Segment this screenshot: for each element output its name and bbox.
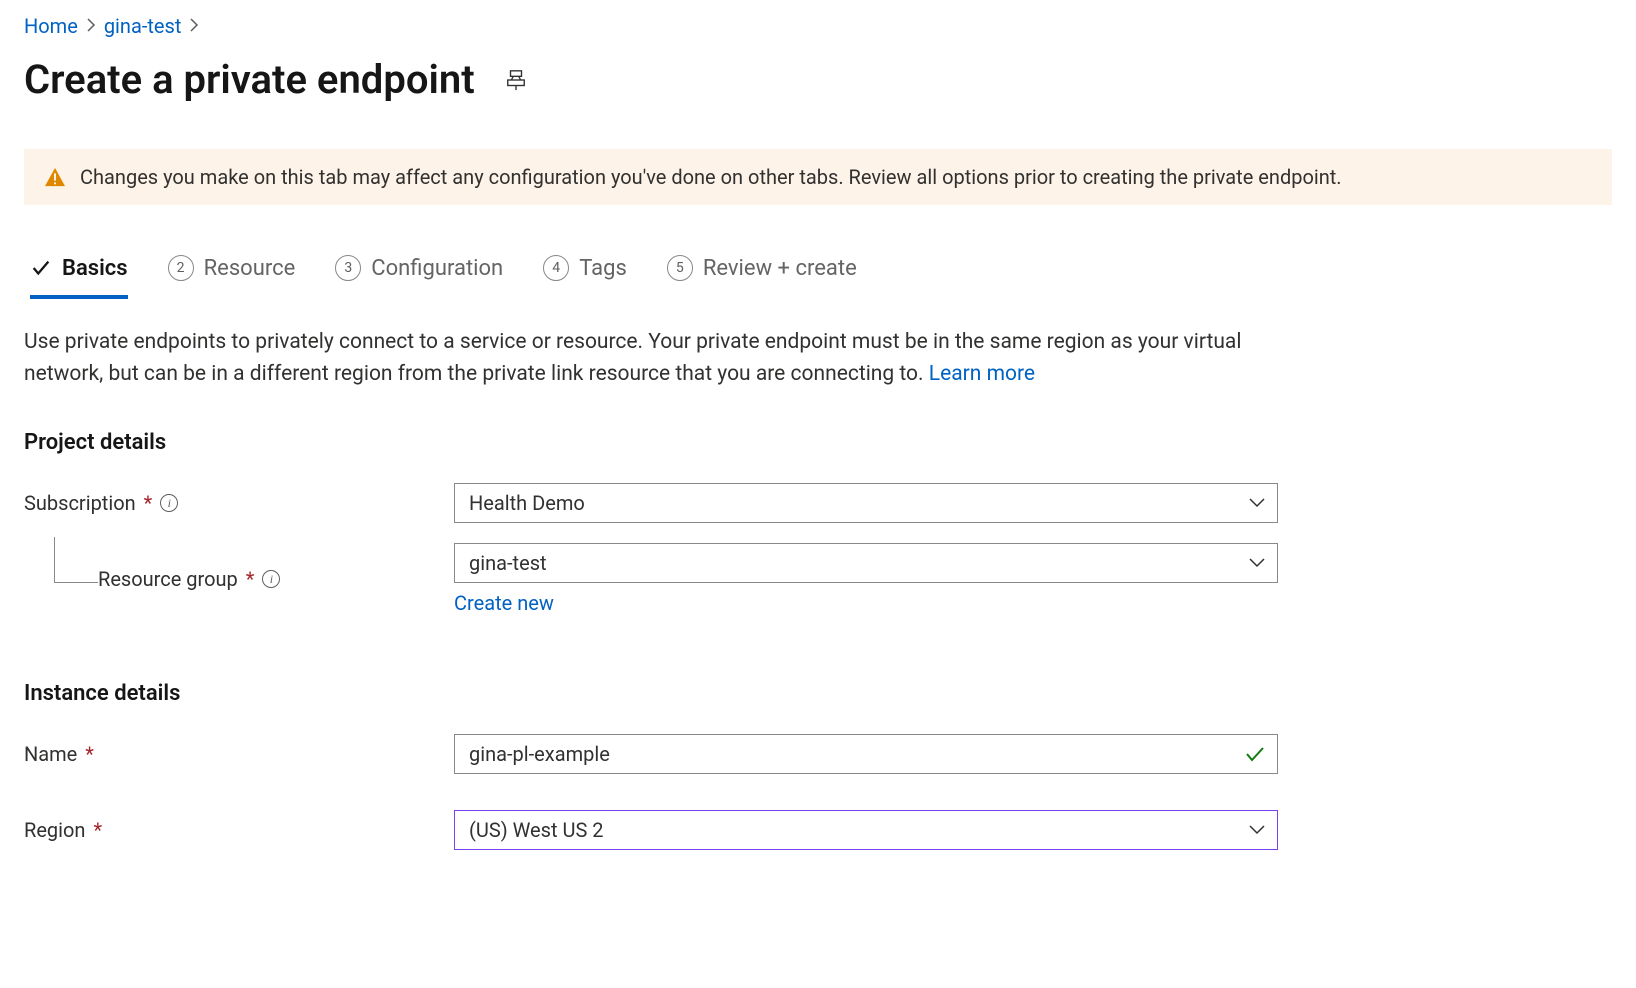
learn-more-link[interactable]: Learn more: [929, 362, 1035, 386]
page-title: Create a private endpoint: [24, 56, 475, 103]
name-label: Name *: [24, 742, 454, 766]
warning-icon: [44, 167, 66, 187]
required-indicator: *: [93, 818, 102, 842]
subscription-value: Health Demo: [469, 491, 585, 515]
tab-review-create[interactable]: 5 Review + create: [667, 255, 857, 299]
required-indicator: *: [85, 742, 94, 766]
info-icon[interactable]: i: [262, 570, 280, 588]
create-new-link[interactable]: Create new: [454, 591, 554, 615]
region-value: (US) West US 2: [469, 818, 604, 842]
wizard-tabs: Basics 2 Resource 3 Configuration 4 Tags…: [24, 255, 1612, 299]
tab-label: Basics: [62, 256, 128, 281]
resource-group-select[interactable]: gina-test: [454, 543, 1278, 583]
check-icon: [1245, 746, 1265, 762]
chevron-right-icon: [86, 17, 96, 36]
chevron-down-icon: [1249, 558, 1265, 568]
chevron-down-icon: [1249, 498, 1265, 508]
info-icon[interactable]: i: [160, 494, 178, 512]
tab-label: Review + create: [703, 256, 857, 281]
tab-configuration[interactable]: 3 Configuration: [335, 255, 503, 299]
tab-label: Resource: [204, 256, 296, 281]
name-input[interactable]: gina-pl-example: [454, 734, 1278, 774]
region-select[interactable]: (US) West US 2: [454, 810, 1278, 850]
check-icon: [30, 257, 52, 279]
section-project-details: Project details: [24, 430, 1612, 455]
breadcrumb: Home gina-test: [24, 10, 1612, 56]
description-text: Use private endpoints to privately conne…: [24, 327, 1284, 390]
subscription-label: Subscription * i: [24, 491, 454, 515]
subscription-select[interactable]: Health Demo: [454, 483, 1278, 523]
chevron-down-icon: [1249, 825, 1265, 835]
tab-label: Configuration: [371, 256, 503, 281]
chevron-right-icon: [189, 17, 199, 36]
breadcrumb-gina-test[interactable]: gina-test: [104, 14, 182, 38]
tab-label: Tags: [579, 256, 627, 281]
tree-connector: [54, 537, 98, 583]
step-number: 5: [667, 255, 693, 281]
tab-tags[interactable]: 4 Tags: [543, 255, 627, 299]
required-indicator: *: [246, 567, 255, 591]
step-number: 2: [168, 255, 194, 281]
resource-group-label: Resource group * i: [24, 567, 454, 591]
required-indicator: *: [144, 491, 153, 515]
section-instance-details: Instance details: [24, 681, 1612, 706]
tab-resource[interactable]: 2 Resource: [168, 255, 296, 299]
name-value: gina-pl-example: [469, 742, 610, 766]
warning-text: Changes you make on this tab may affect …: [80, 165, 1342, 189]
warning-banner: Changes you make on this tab may affect …: [24, 149, 1612, 205]
tab-basics[interactable]: Basics: [30, 256, 128, 299]
breadcrumb-home[interactable]: Home: [24, 14, 78, 38]
pin-icon[interactable]: [505, 69, 527, 91]
step-number: 3: [335, 255, 361, 281]
step-number: 4: [543, 255, 569, 281]
resource-group-value: gina-test: [469, 551, 547, 575]
region-label: Region *: [24, 818, 454, 842]
